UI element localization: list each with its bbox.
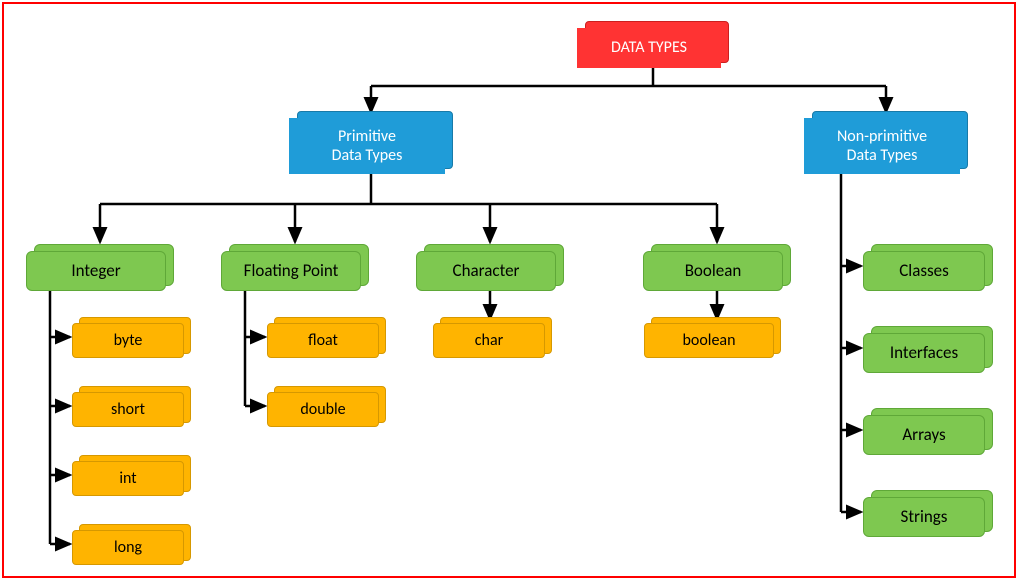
arrays-label: Arrays <box>902 425 945 445</box>
character-node: Character <box>416 251 556 291</box>
int-node: int <box>72 461 184 496</box>
strings-node: Strings <box>863 497 985 537</box>
byte-node: byte <box>72 323 184 358</box>
classes-node: Classes <box>863 251 985 291</box>
char-node: char <box>433 323 545 358</box>
arrays-node: Arrays <box>863 415 985 455</box>
interfaces-node: Interfaces <box>863 333 985 373</box>
floating-node: Floating Point <box>221 251 361 291</box>
floating-label: Floating Point <box>244 261 339 281</box>
primitive-label: Primitive Data Types <box>332 127 403 165</box>
integer-label: Integer <box>71 261 120 281</box>
boolean-leaf-label: boolean <box>683 331 736 350</box>
double-label: double <box>300 400 345 419</box>
long-node: long <box>72 530 184 565</box>
boolean-leaf-node: boolean <box>644 323 774 358</box>
integer-node: Integer <box>26 251 166 291</box>
boolean-label: Boolean <box>685 261 742 281</box>
char-label: char <box>475 331 503 350</box>
nonprimitive-label: Non-primitive Data Types <box>837 127 927 165</box>
long-label: long <box>114 538 142 557</box>
interfaces-label: Interfaces <box>890 343 958 363</box>
primitive-node: Primitive Data Types <box>289 118 445 174</box>
character-label: Character <box>453 261 520 281</box>
boolean-node: Boolean <box>643 251 783 291</box>
root-label: DATA TYPES <box>611 38 687 57</box>
root-node: DATA TYPES <box>577 28 721 68</box>
byte-label: byte <box>114 331 143 350</box>
double-node: double <box>267 392 379 427</box>
int-label: int <box>119 469 136 488</box>
strings-label: Strings <box>901 507 948 527</box>
short-label: short <box>111 400 145 419</box>
classes-label: Classes <box>899 261 949 281</box>
short-node: short <box>72 392 184 427</box>
diagram-frame: DATA TYPES Primitive Data Types Non-prim… <box>2 2 1016 578</box>
nonprimitive-node: Non-primitive Data Types <box>804 118 960 174</box>
float-node: float <box>267 323 379 358</box>
float-label: float <box>308 331 338 350</box>
